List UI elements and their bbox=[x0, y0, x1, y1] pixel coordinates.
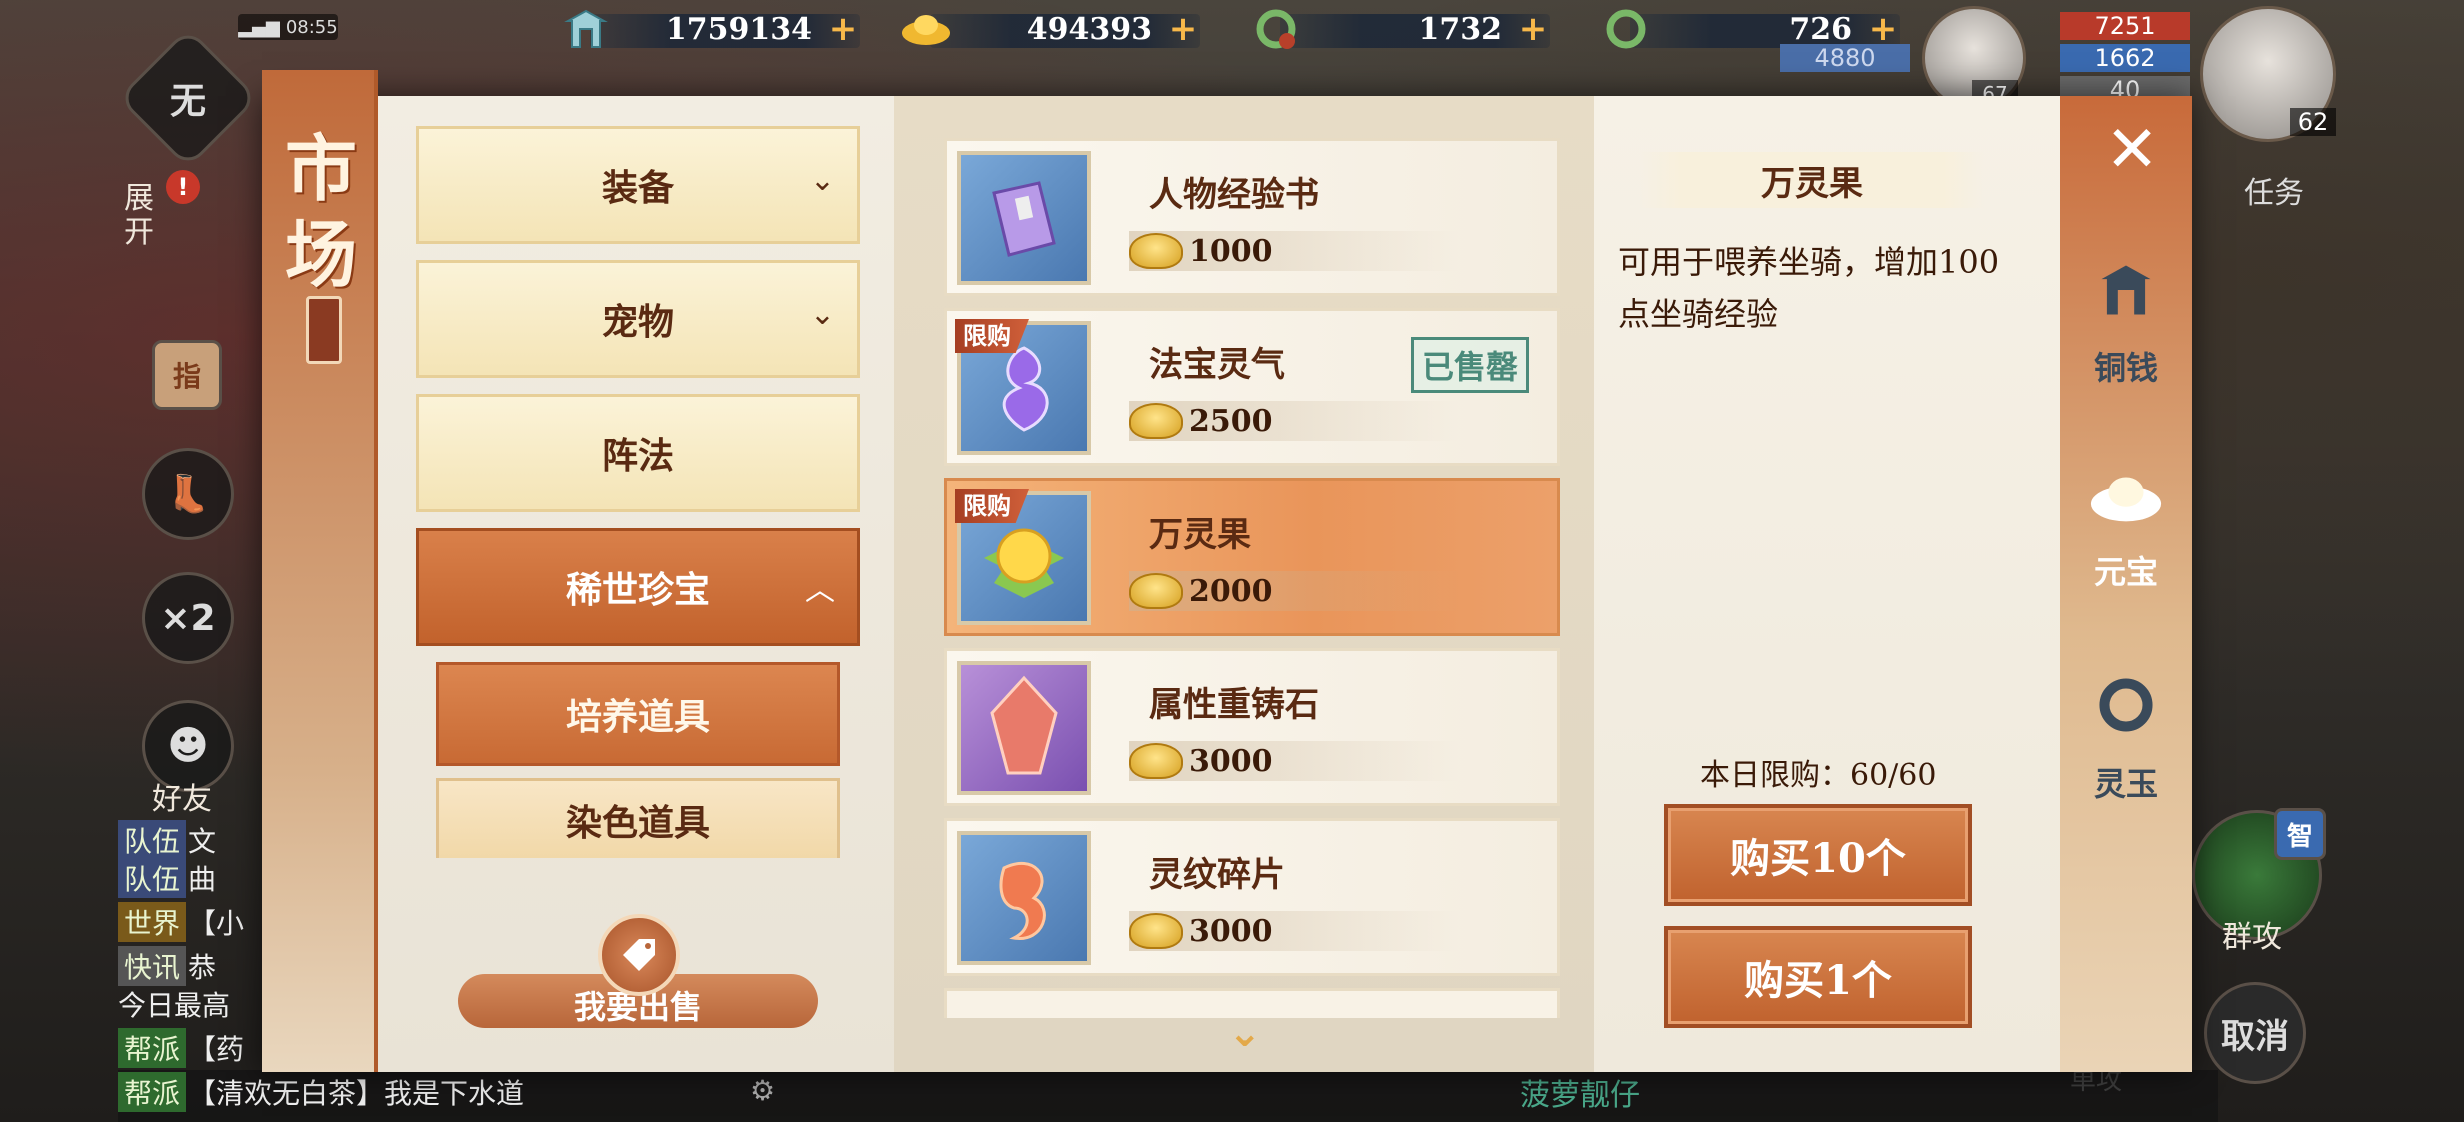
sold-out-stamp: 已售罄 bbox=[1410, 337, 1529, 393]
friends-label: 好友 bbox=[152, 782, 212, 817]
subcategory-dye-items[interactable]: 染色道具 bbox=[436, 778, 840, 858]
item-price: 2000 bbox=[1129, 571, 1459, 611]
price-tag-icon[interactable] bbox=[598, 914, 680, 996]
currency-gold: 494393 + bbox=[900, 6, 1200, 52]
chat-line: 帮派 【清欢无白茶】我是下水道 bbox=[118, 1072, 618, 1112]
list-item[interactable]: 属性重铸石 3000 bbox=[944, 648, 1560, 806]
item-name: 万灵果 bbox=[1149, 515, 1251, 555]
bound-jade-dragon-icon bbox=[1250, 6, 1302, 52]
market-title-char-2: 场 bbox=[284, 212, 357, 297]
guide-button[interactable]: 指 bbox=[152, 340, 222, 410]
category-label: 装备 bbox=[601, 167, 674, 209]
chevron-down-icon: ⌄ bbox=[809, 297, 835, 332]
add-jade-button[interactable]: + bbox=[1866, 12, 1900, 46]
category-label: 稀世珍宝 bbox=[565, 569, 710, 611]
category-label: 宠物 bbox=[601, 301, 674, 343]
item-price: 2500 bbox=[1129, 401, 1459, 441]
tab-jade[interactable]: 灵玉 bbox=[2060, 672, 2192, 805]
category-rare-treasures[interactable]: 稀世珍宝 ︿ bbox=[416, 528, 860, 646]
gold-ingot-icon bbox=[1129, 913, 1183, 949]
category-label: 阵法 bbox=[601, 435, 674, 477]
detail-title: 万灵果 bbox=[1640, 152, 1984, 208]
recast-stone-icon bbox=[957, 661, 1091, 795]
buy-10-button[interactable]: 购买10个 bbox=[1664, 804, 1972, 906]
chevron-down-icon: ⌄ bbox=[809, 163, 835, 198]
category-pets[interactable]: 宠物 ⌄ bbox=[416, 260, 860, 378]
tab-copper[interactable]: 铜钱 bbox=[2060, 258, 2192, 389]
currency-jade: 726 + bbox=[1600, 6, 1900, 52]
item-name: 人物经验书 bbox=[1149, 175, 1319, 215]
copper-tower-icon bbox=[560, 6, 612, 52]
wisdom-badge: 智 bbox=[2274, 808, 2326, 860]
list-item-selected[interactable]: 限购 万灵果 2000 bbox=[944, 478, 1560, 636]
close-icon[interactable]: ✕ bbox=[2100, 118, 2164, 182]
player-level: 62 bbox=[2290, 108, 2336, 136]
bottom-player-name: 菠萝靓仔 bbox=[1520, 1078, 1640, 1113]
detail-description: 可用于喂养坐骑，增加100点坐骑经验 bbox=[1618, 243, 2000, 333]
jade-dragon-icon bbox=[1600, 6, 1652, 52]
gold-ingot-icon bbox=[1129, 233, 1183, 269]
signal-icon: ▂▄▆ bbox=[238, 16, 280, 38]
item-price: 1000 bbox=[1129, 231, 1459, 271]
daily-limit: 本日限购：60/60 bbox=[1700, 758, 1937, 793]
item-price: 3000 bbox=[1129, 911, 1459, 951]
item-name: 法宝灵气 bbox=[1149, 345, 1285, 385]
alert-badge: ! bbox=[166, 170, 200, 204]
scroll-down-chevron-icon[interactable]: ⌄ bbox=[1228, 1010, 1262, 1056]
hp-bar: 7251 bbox=[2060, 12, 2190, 40]
add-bound-jade-button[interactable]: + bbox=[1516, 12, 1550, 46]
gold-ingot-icon bbox=[2060, 470, 2192, 541]
market-seal bbox=[306, 296, 342, 364]
add-gold-button[interactable]: + bbox=[1166, 12, 1200, 46]
item-name: 灵纹碎片 bbox=[1149, 855, 1285, 895]
exp-book-icon bbox=[957, 151, 1091, 285]
bound-jade-value: 1732 bbox=[1418, 11, 1503, 47]
status-time: 08:55 bbox=[285, 16, 338, 38]
gold-ingot-icon bbox=[1129, 573, 1183, 609]
rune-fragment-icon bbox=[957, 831, 1091, 965]
item-price: 3000 bbox=[1129, 741, 1459, 781]
boot-icon[interactable]: 👢 bbox=[142, 448, 234, 540]
cancel-button[interactable]: 取消 bbox=[2204, 982, 2306, 1084]
settings-icon[interactable]: ⚙ bbox=[750, 1074, 775, 1107]
item-name: 属性重铸石 bbox=[1149, 685, 1319, 725]
category-formations[interactable]: 阵法 bbox=[416, 394, 860, 512]
list-item[interactable]: 灵纹碎片 3000 bbox=[944, 818, 1560, 976]
copper-value: 1759134 bbox=[665, 11, 812, 47]
category-equipment[interactable]: 装备 ⌄ bbox=[416, 126, 860, 244]
add-copper-button[interactable]: + bbox=[826, 12, 860, 46]
list-item[interactable]: 限购 法宝灵气 已售罄 2500 bbox=[944, 308, 1560, 466]
gold-value: 494393 bbox=[1026, 11, 1152, 47]
currency-bound-jade: 1732 + bbox=[1250, 6, 1550, 52]
gold-ingot-icon bbox=[1129, 403, 1183, 439]
tab-gold[interactable]: 元宝 bbox=[2060, 470, 2192, 593]
subcategory-cultivation-items[interactable]: 培养道具 bbox=[436, 662, 840, 766]
currency-copper: 1759134 + bbox=[560, 6, 860, 52]
task-label[interactable]: 任务 bbox=[2244, 168, 2304, 212]
gold-ingot-icon bbox=[900, 6, 952, 52]
status-bar: ▂▄▆ 08:55 bbox=[238, 14, 338, 40]
group-attack-label: 群攻 bbox=[2222, 920, 2282, 955]
jade-value: 726 bbox=[1789, 11, 1852, 47]
speed-button[interactable]: ×2 bbox=[142, 572, 234, 664]
chevron-up-icon: ︿ bbox=[805, 573, 835, 608]
buy-1-button[interactable]: 购买1个 bbox=[1664, 926, 1972, 1028]
expand-button[interactable]: 展开 bbox=[124, 182, 164, 250]
gold-ingot-icon bbox=[1129, 743, 1183, 779]
jade-dragon-icon bbox=[2060, 672, 2192, 753]
copper-tower-icon bbox=[2060, 258, 2192, 337]
list-item[interactable]: 人物经验书 1000 bbox=[944, 138, 1560, 296]
mp-bar: 1662 bbox=[2060, 44, 2190, 72]
